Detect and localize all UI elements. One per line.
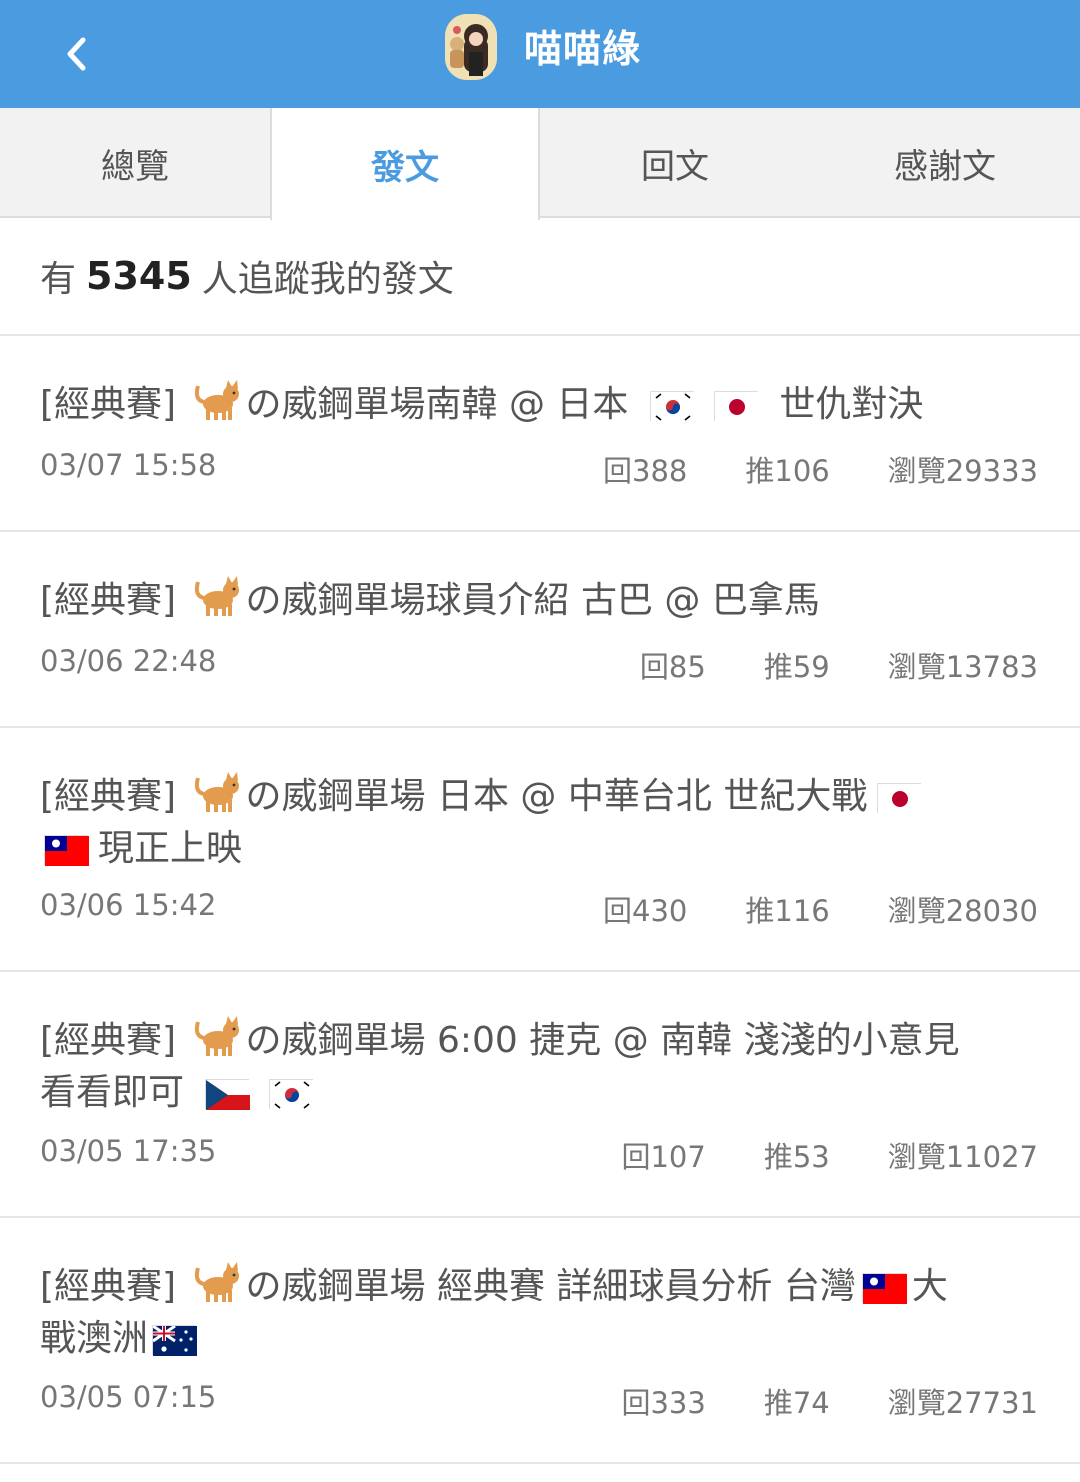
post-stats: 回388 推106 瀏覽29333 <box>603 448 1038 490</box>
post-tag: [經典賽] <box>40 580 177 621</box>
follower-suffix: 人追蹤我的發文 <box>201 259 454 300</box>
post-stats: 回333 推74 瀏覽27731 <box>621 1380 1038 1422</box>
cat-emoji-icon <box>192 378 242 434</box>
post-title: [經典賽] の威鋼單場球員介紹 古巴 @ 巴拿馬 <box>40 574 1040 630</box>
post-item[interactable]: [經典賽] の威鋼單場南韓 @ 日本 世仇對決 03/07 15:58 回388… <box>0 336 1080 532</box>
push-count: 推59 <box>763 650 830 684</box>
post-title-text: の威鋼單場 6:00 捷克 @ 南韓 淺淺的小意見 <box>245 1020 960 1061</box>
follower-prefix: 有 <box>40 259 77 300</box>
post-item[interactable]: [經典賽] の威鋼單場球員介紹 古巴 @ 巴拿馬 03/06 22:48 回85… <box>0 532 1080 728</box>
follower-count: 5345 <box>86 254 192 298</box>
post-tag: [經典賽] <box>40 1020 177 1061</box>
post-time: 03/06 22:48 <box>40 644 217 678</box>
post-time: 03/07 15:58 <box>40 448 217 482</box>
south-korea-flag-icon <box>649 391 695 422</box>
post-meta: 03/05 07:15 回333 推74 瀏覽27731 <box>40 1380 1038 1420</box>
view-count: 瀏覽28030 <box>887 894 1038 928</box>
japan-flag-icon <box>877 783 923 814</box>
post-tag: [經典賽] <box>40 776 177 817</box>
tab-thanks[interactable]: 感謝文 <box>810 108 1080 218</box>
cat-emoji-icon <box>192 1260 242 1316</box>
cat-emoji-icon <box>192 574 242 630</box>
push-count: 推53 <box>763 1140 830 1174</box>
cat-emoji-icon <box>192 1014 242 1070</box>
tab-replies[interactable]: 回文 <box>540 108 810 218</box>
south-korea-flag-icon <box>269 1079 315 1110</box>
follower-summary: 有 5345 人追蹤我的發文 <box>0 218 1080 336</box>
post-item[interactable]: [經典賽] の威鋼單場 經典賽 詳細球員分析 台灣 大 戰澳洲 03/05 07:… <box>0 1218 1080 1464</box>
reply-count: 回107 <box>621 1140 706 1174</box>
reply-count: 回333 <box>621 1386 706 1420</box>
taiwan-flag-icon <box>861 1273 907 1304</box>
post-meta: 03/06 15:42 回430 推116 瀏覽28030 <box>40 888 1038 928</box>
post-tag: [經典賽] <box>40 1266 177 1307</box>
post-title-text: の威鋼單場 經典賽 詳細球員分析 台灣 <box>245 1266 856 1307</box>
post-title-line2: 戰澳洲 <box>40 1318 149 1359</box>
tab-bar: 總覽 發文 回文 感謝文 <box>0 108 1080 220</box>
back-button[interactable] <box>40 18 112 90</box>
reply-count: 回430 <box>603 894 688 928</box>
push-count: 推74 <box>763 1386 830 1420</box>
tab-posts[interactable]: 發文 <box>270 108 540 220</box>
post-title-line2: 看看即可 <box>40 1072 185 1113</box>
push-count: 推116 <box>745 894 830 928</box>
post-title: [經典賽] の威鋼單場 日本 @ 中華台北 世紀大戰 現正上映 <box>40 770 1040 872</box>
post-title-suffix: 世仇對決 <box>779 384 924 425</box>
cat-emoji-icon <box>192 770 242 826</box>
view-count: 瀏覽27731 <box>887 1386 1038 1420</box>
view-count: 瀏覽29333 <box>887 454 1038 488</box>
reply-count: 回388 <box>603 454 688 488</box>
post-title-text: の威鋼單場南韓 @ 日本 <box>245 384 629 425</box>
post-title-text: の威鋼單場 日本 @ 中華台北 世紀大戰 <box>245 776 868 817</box>
post-title-text: の威鋼單場球員介紹 古巴 @ 巴拿馬 <box>245 580 820 621</box>
post-item[interactable]: [經典賽] の威鋼單場 日本 @ 中華台北 世紀大戰 現正上映 03/06 15… <box>0 728 1080 972</box>
avatar[interactable] <box>445 14 497 80</box>
post-title-suffix: 大 <box>911 1266 948 1307</box>
post-title: [經典賽] の威鋼單場 經典賽 詳細球員分析 台灣 大 戰澳洲 <box>40 1260 1040 1362</box>
australia-flag-icon <box>152 1325 198 1356</box>
post-title-line2: 現正上映 <box>98 828 243 869</box>
post-meta: 03/07 15:58 回388 推106 瀏覽29333 <box>40 448 1038 488</box>
tab-overview[interactable]: 總覽 <box>0 108 270 218</box>
view-count: 瀏覽13783 <box>887 650 1038 684</box>
post-stats: 回430 推116 瀏覽28030 <box>603 888 1038 930</box>
post-meta: 03/06 22:48 回85 推59 瀏覽13783 <box>40 644 1038 684</box>
header-title: 喵喵綠 <box>524 27 642 71</box>
reply-count: 回85 <box>639 650 706 684</box>
top-bar: 喵喵綠 <box>0 0 1080 108</box>
czech-flag-icon <box>205 1079 251 1110</box>
chevron-left-icon <box>67 37 86 71</box>
view-count: 瀏覽11027 <box>887 1140 1038 1174</box>
taiwan-flag-icon <box>44 835 89 866</box>
post-item[interactable]: [經典賽] の威鋼單場 6:00 捷克 @ 南韓 淺淺的小意見 看看即可 03/… <box>0 972 1080 1218</box>
post-stats: 回85 推59 瀏覽13783 <box>640 644 1038 686</box>
post-meta: 03/05 17:35 回107 推53 瀏覽11027 <box>40 1134 1038 1174</box>
push-count: 推106 <box>745 454 830 488</box>
japan-flag-icon <box>713 391 759 422</box>
post-title: [經典賽] の威鋼單場 6:00 捷克 @ 南韓 淺淺的小意見 看看即可 <box>40 1014 1040 1116</box>
post-title: [經典賽] の威鋼單場南韓 @ 日本 世仇對決 <box>40 378 1040 434</box>
post-tag: [經典賽] <box>40 384 177 425</box>
post-time: 03/05 17:35 <box>40 1134 217 1168</box>
post-time: 03/05 07:15 <box>40 1380 217 1414</box>
post-time: 03/06 15:42 <box>40 888 217 922</box>
post-stats: 回107 推53 瀏覽11027 <box>621 1134 1038 1176</box>
